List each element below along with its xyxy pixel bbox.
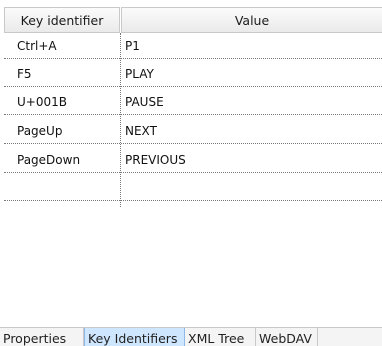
key-cell: PageUp bbox=[17, 123, 63, 138]
table-row[interactable]: F5 PLAY bbox=[4, 61, 382, 87]
key-identifiers-panel: Key identifier Value Ctrl+A P1 F5 PLAY U… bbox=[0, 0, 382, 326]
column-header-key-identifier[interactable]: Key identifier bbox=[4, 7, 120, 33]
tab-webdav[interactable]: WebDAV bbox=[256, 328, 318, 346]
value-cell: PREVIOUS bbox=[125, 152, 186, 167]
value-cell: PLAY bbox=[125, 66, 154, 81]
table-row[interactable]: PageUp NEXT bbox=[4, 118, 382, 144]
key-cell: PageDown bbox=[17, 152, 81, 167]
key-cell: U+001B bbox=[17, 94, 67, 109]
value-cell: PAUSE bbox=[125, 94, 164, 109]
table-row[interactable]: Ctrl+A P1 bbox=[4, 33, 382, 59]
key-cell bbox=[4, 175, 119, 200]
value-cell bbox=[121, 175, 125, 200]
tab-xml-tree[interactable]: XML Tree bbox=[185, 328, 256, 346]
tab-bar: Properties Key Identifiers XML Tree WebD… bbox=[0, 327, 382, 346]
value-cell: P1 bbox=[125, 38, 140, 53]
column-header-value[interactable]: Value bbox=[121, 7, 382, 33]
tab-key-identifiers[interactable]: Key Identifiers bbox=[84, 328, 185, 346]
key-cell: Ctrl+A bbox=[17, 38, 57, 53]
value-cell: NEXT bbox=[125, 123, 157, 138]
tab-properties[interactable]: Properties bbox=[0, 328, 84, 346]
table-row[interactable]: U+001B PAUSE bbox=[4, 89, 382, 115]
table-row-empty[interactable] bbox=[4, 175, 382, 201]
key-cell: F5 bbox=[17, 66, 32, 81]
table-row[interactable]: PageDown PREVIOUS bbox=[4, 147, 382, 173]
